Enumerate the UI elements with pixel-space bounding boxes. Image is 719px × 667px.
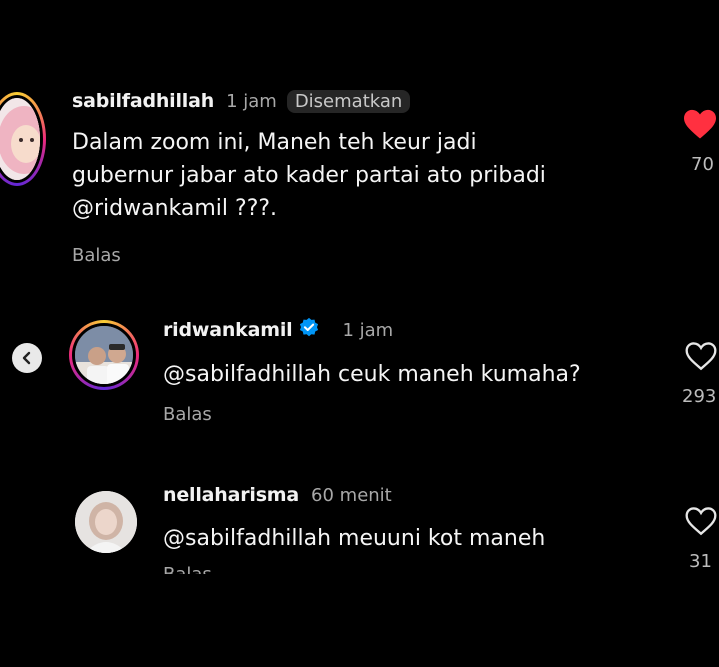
pinned-badge: Disematkan [286,89,411,113]
username[interactable]: nellaharisma [163,484,299,506]
username[interactable]: ridwankamil [163,319,293,341]
like-button[interactable] [682,108,718,144]
verified-badge-icon [298,317,320,343]
comment-time: 1 jam [342,319,394,341]
comment-text: Dalam zoom ini, Maneh teh keur jadi gube… [72,126,632,225]
avatar-image [75,326,133,384]
username[interactable]: sabilfadhillah [72,90,214,112]
chevron-left-icon [22,351,31,365]
comment-text-line: gubernur jabar ato kader partai ato prib… [72,163,546,188]
comment-time: 1 jam [226,90,277,112]
comment-item: nellaharisma 60 menit @sabilfadhillah me… [163,482,663,574]
heart-outline-icon [685,507,717,536]
comment-text: @sabilfadhillah meuuni kot maneh [163,522,663,555]
like-button[interactable] [684,341,718,375]
like-count: 293 [682,386,717,407]
like-count: 70 [691,154,714,175]
avatar[interactable] [0,92,46,186]
like-count: 31 [689,551,712,572]
heart-outline-icon [685,342,717,371]
comment-time: 60 menit [311,484,392,506]
reply-button[interactable]: Balas [163,564,663,574]
comment-item: ridwankamil 1 jam @sabilfadhillah ceuk m… [163,316,663,425]
comment-text-line: Dalam zoom ini, Maneh teh keur jadi [72,130,477,155]
previous-arrow-button[interactable] [12,343,42,373]
heart-filled-icon [684,109,716,139]
like-button[interactable] [684,506,718,540]
comment-header: nellaharisma 60 menit [163,482,663,508]
comment-text-line: @ridwankamil ???. [72,192,632,225]
reply-button-clip: Balas [163,564,663,574]
avatar-image [0,98,40,180]
mention-link[interactable]: @ridwankamil ???. [72,196,277,221]
avatar[interactable] [69,320,139,390]
reply-button[interactable]: Balas [72,245,632,266]
comment-text-line: @sabilfadhillah meuuni kot maneh [163,526,546,551]
comment-text-line: @sabilfadhillah ceuk maneh kumaha? [163,362,581,387]
avatar-image [75,491,137,553]
reply-button[interactable]: Balas [163,404,663,425]
comment-item: sabilfadhillah 1 jam Disematkan Dalam zo… [72,86,632,266]
avatar[interactable] [75,491,137,553]
comments-screen: sabilfadhillah 1 jam Disematkan Dalam zo… [0,0,719,667]
comment-text: @sabilfadhillah ceuk maneh kumaha? [163,358,663,391]
comment-header: sabilfadhillah 1 jam Disematkan [72,86,632,116]
comment-header: ridwankamil 1 jam [163,316,663,344]
